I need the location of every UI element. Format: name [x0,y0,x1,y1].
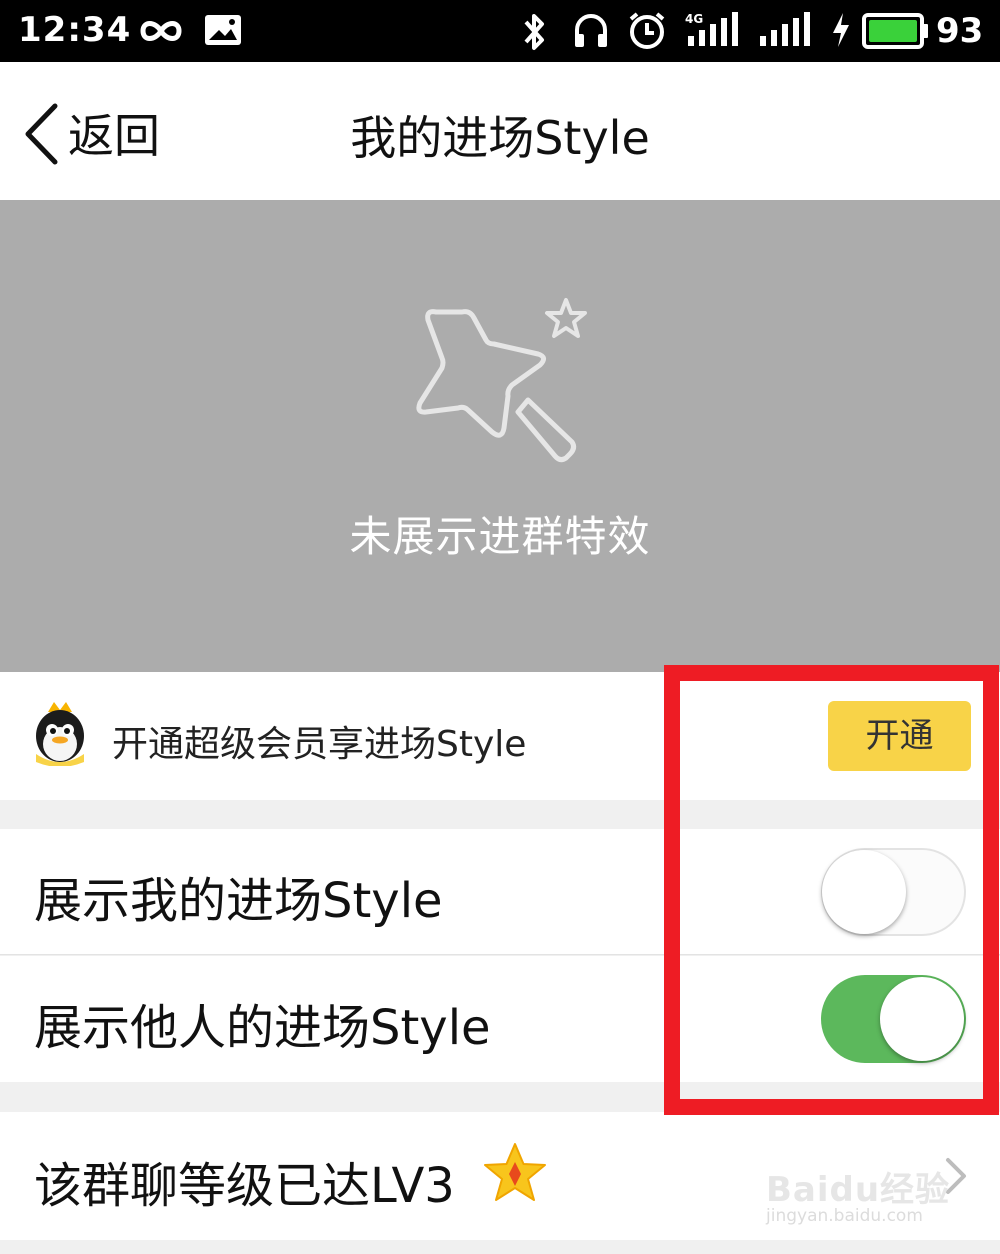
svg-text:4G: 4G [685,12,703,26]
qq-penguin-crown-icon [36,702,84,766]
battery-level: 93 [936,11,984,51]
show-my-style-label: 展示我的进场Style [34,873,443,929]
open-vip-button[interactable]: 开通 [828,701,971,771]
signal-icon [760,12,810,46]
vip-promo-row: 开通超级会员享进场Style 开通 [0,672,1000,800]
toggle-knob [880,977,964,1061]
watermark-brand: Baidu经验 [766,1170,951,1210]
show-my-style-row: 展示我的进场Style [0,829,1000,955]
clock-time: 12:34 [18,10,132,50]
charging-icon [833,13,849,47]
row-divider [0,954,1000,955]
baidu-jingyan-watermark: Baidu经验 jingyan.baidu.com [766,1162,951,1226]
status-bar: 12:34 4G 93 [0,0,1000,62]
show-my-style-toggle[interactable] [821,848,966,936]
star-badge-icon [484,1143,546,1201]
show-others-style-label: 展示他人的进场Style [34,1000,491,1056]
page-title: 我的进场Style [350,111,650,165]
show-others-style-row: 展示他人的进场Style [0,956,1000,1082]
infinity-icon [140,21,182,41]
watermark-url: jingyan.baidu.com [766,1206,923,1226]
empty-effect-text: 未展示进群特效 [349,512,651,561]
vip-promo-label: 开通超级会员享进场Style [112,724,527,765]
bluetooth-icon [524,14,544,50]
toggle-knob [822,850,906,934]
alarm-icon [629,12,665,49]
group-level-label: 该群聊等级已达LV3 [34,1158,455,1214]
battery-icon [862,13,928,49]
show-others-style-toggle[interactable] [821,975,966,1063]
image-notification-icon [205,15,241,45]
nav-bar: 返回 我的进场Style [0,62,1000,200]
magic-wand-star-icon [416,298,587,463]
headset-icon [575,14,607,47]
4g-signal-icon: 4G [685,12,738,46]
entrance-effect-preview: 未展示进群特效 [0,200,1000,672]
